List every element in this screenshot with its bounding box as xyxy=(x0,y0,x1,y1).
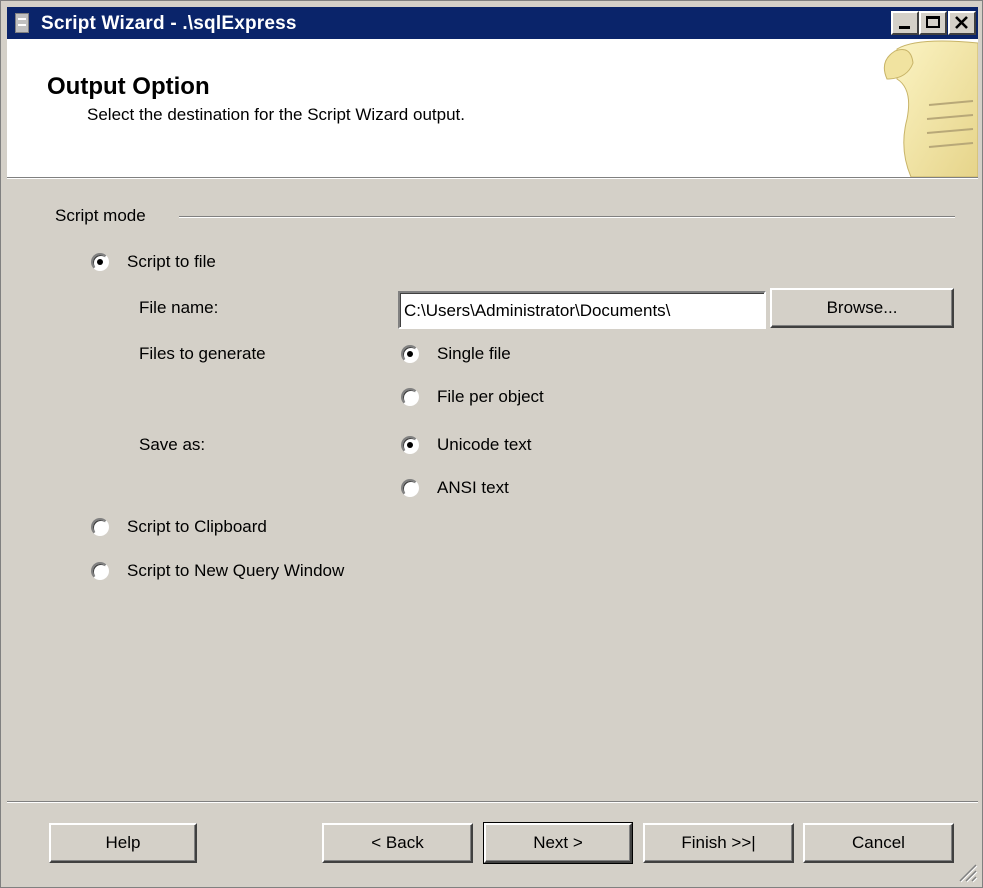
title-bar[interactable]: Script Wizard - .\sqlExpress xyxy=(7,7,978,39)
finish-button[interactable]: Finish >>| xyxy=(643,823,794,863)
cancel-button[interactable]: Cancel xyxy=(803,823,954,863)
window-title: Script Wizard - .\sqlExpress xyxy=(41,13,297,34)
scroll-graphic xyxy=(883,40,978,177)
file-name-value: C:\Users\Administrator\Documents\ xyxy=(404,301,671,320)
label-file-per-object[interactable]: File per object xyxy=(437,387,544,407)
wizard-header: Output Option Select the destination for… xyxy=(7,39,978,178)
radio-file-per-object[interactable] xyxy=(401,388,419,406)
label-file-name: File name: xyxy=(139,298,219,317)
label-unicode-text[interactable]: Unicode text xyxy=(437,435,532,455)
minimize-button[interactable] xyxy=(891,11,919,35)
close-icon xyxy=(955,16,968,29)
label-script-to-file[interactable]: Script to file xyxy=(127,252,216,272)
app-icon xyxy=(15,13,29,33)
page-title: Output Option xyxy=(47,73,210,100)
page-subtitle: Select the destination for the Script Wi… xyxy=(87,105,465,124)
header-divider xyxy=(7,178,978,179)
next-button[interactable]: Next > xyxy=(483,822,633,864)
label-script-to-new-query-window[interactable]: Script to New Query Window xyxy=(127,561,344,581)
radio-ansi-text[interactable] xyxy=(401,479,419,497)
group-divider xyxy=(179,216,955,218)
help-button[interactable]: Help xyxy=(49,823,197,863)
label-ansi-text[interactable]: ANSI text xyxy=(437,478,509,498)
maximize-icon xyxy=(926,16,940,28)
footer-divider xyxy=(7,801,978,803)
radio-unicode-text[interactable] xyxy=(401,436,419,454)
maximize-button[interactable] xyxy=(919,11,947,35)
resize-grip-icon[interactable] xyxy=(956,861,978,883)
back-button[interactable]: < Back xyxy=(322,823,473,863)
radio-single-file[interactable] xyxy=(401,345,419,363)
label-single-file[interactable]: Single file xyxy=(437,344,511,364)
minimize-icon xyxy=(899,26,910,29)
label-files-to-generate: Files to generate xyxy=(139,344,266,363)
script-wizard-window: Script Wizard - .\sqlExpress Output Opti… xyxy=(0,0,983,888)
label-save-as: Save as: xyxy=(139,435,206,454)
file-name-input[interactable]: C:\Users\Administrator\Documents\ xyxy=(398,291,766,329)
browse-button[interactable]: Browse... xyxy=(770,288,954,328)
group-label-script-mode: Script mode xyxy=(55,206,146,225)
label-script-to-clipboard[interactable]: Script to Clipboard xyxy=(127,517,267,537)
close-button[interactable] xyxy=(948,11,976,35)
radio-script-to-new-query-window[interactable] xyxy=(91,562,109,580)
radio-script-to-file[interactable] xyxy=(91,253,109,271)
radio-script-to-clipboard[interactable] xyxy=(91,518,109,536)
